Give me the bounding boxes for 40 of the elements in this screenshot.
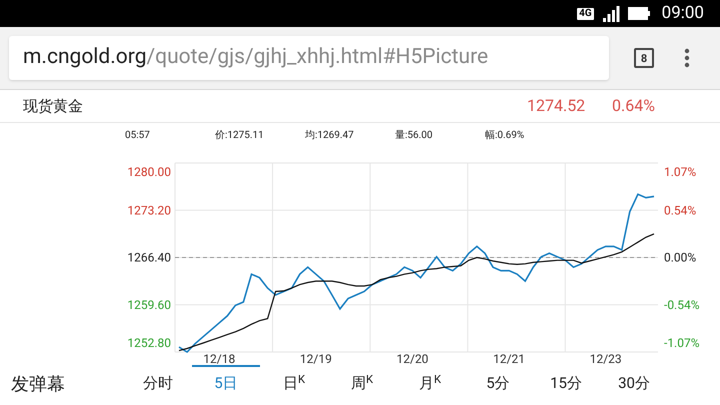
price-value: 1274.52 <box>527 95 586 117</box>
period-tab[interactable]: 5日 <box>192 365 260 400</box>
info-text: 05:57 <box>125 129 151 143</box>
percent-axis-label: -1.07% <box>664 336 700 350</box>
info-text: 均:1269.47 <box>305 129 355 143</box>
period-tab[interactable]: 周$^{K}$ <box>328 365 396 400</box>
period-tab[interactable]: 5分 <box>464 365 532 400</box>
date-axis-label: 12/19 <box>300 352 332 366</box>
tab-count-button[interactable]: 8 <box>634 48 654 68</box>
percent-axis-label: -0.54% <box>664 298 700 312</box>
price-axis-label: 1259.60 <box>127 298 171 312</box>
date-axis-label: 12/23 <box>590 352 622 366</box>
price-axis-label: 1273.20 <box>127 203 171 218</box>
date-axis-label: 12/21 <box>493 352 526 366</box>
price-axis-label: 1266.40 <box>127 250 171 264</box>
signal-icon <box>602 6 620 22</box>
menu-icon[interactable] <box>684 48 690 68</box>
period-tab[interactable]: 30分 <box>600 365 668 400</box>
address-bar[interactable]: m.cngold.org/quote/gjs/gjhj_xhhj.html#H5Picture <box>9 36 609 80</box>
change-percent: 0.64% <box>612 95 655 117</box>
date-axis-label: 12/18 <box>203 352 236 366</box>
info-text: 幅:0.69% <box>485 129 526 143</box>
info-text: 量:56.00 <box>395 129 434 143</box>
battery-icon <box>628 7 650 20</box>
network-badge: 4G <box>577 8 594 20</box>
clock-time: 09:00 <box>662 2 704 25</box>
percent-axis-label: 0.00% <box>664 250 696 264</box>
percent-axis-label: 1.07% <box>664 165 696 179</box>
danmaku-button[interactable]: 发弹幕 <box>0 371 124 398</box>
info-text: 价:1275.11 <box>215 129 265 143</box>
date-axis-label: 12/20 <box>396 352 428 366</box>
period-tab[interactable]: 分时 <box>124 365 192 400</box>
percent-axis-label: 0.54% <box>664 203 696 218</box>
instrument-name: 现货黄金 <box>23 96 84 117</box>
url-text: m.cngold.org/quote/gjs/gjhj_xhhj.html#H5Picture <box>23 44 488 72</box>
period-tab[interactable]: 月$^{K}$ <box>396 365 464 400</box>
price-axis-label: 1280.00 <box>127 165 171 179</box>
period-tab[interactable]: 日$^{K}$ <box>260 365 328 400</box>
price-axis-label: 1252.80 <box>127 336 171 350</box>
period-tab[interactable]: 15分 <box>532 365 600 400</box>
